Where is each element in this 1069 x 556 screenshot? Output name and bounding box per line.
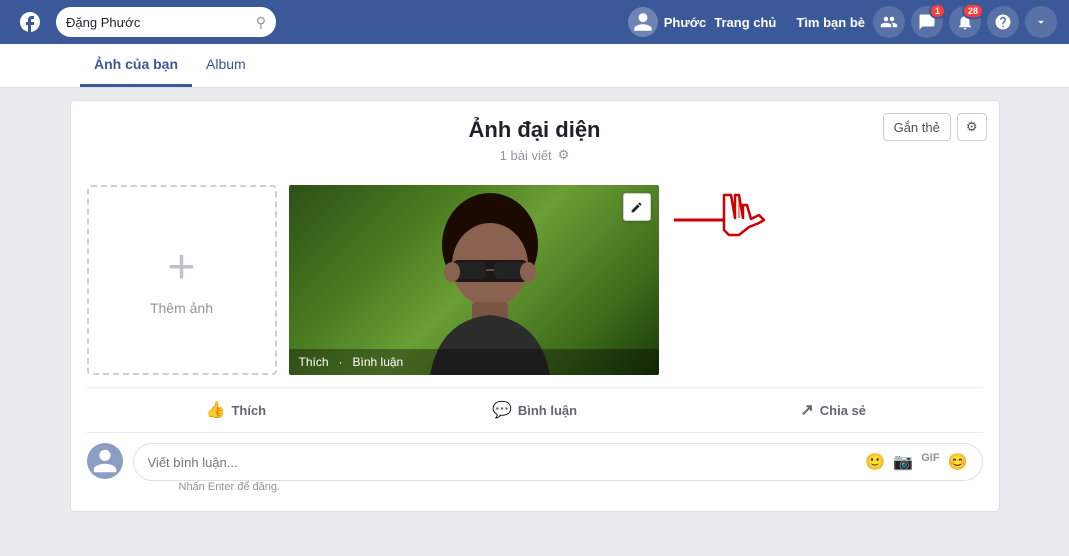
camera-icon[interactable]: 📷 [893, 452, 913, 472]
overlay-comment[interactable]: Bình luận [353, 355, 404, 369]
add-photo-box[interactable]: + Thêm ảnh [87, 185, 277, 375]
help-icon-btn[interactable] [987, 6, 1019, 38]
comment-icon: 💬 [492, 400, 512, 420]
settings-button[interactable]: ⚙ [957, 113, 987, 141]
facebook-logo[interactable] [12, 4, 48, 40]
share-button[interactable]: ↗ Chia sẻ [684, 392, 983, 428]
search-bar[interactable]: ⚲ [56, 7, 276, 37]
profile-photo-container: Thích · Bình luận [289, 185, 659, 375]
nav-avatar [628, 7, 658, 37]
action-bar: 👍 Thích 💬 Bình luận ↗ Chia sẻ [87, 387, 983, 433]
add-photo-label: Thêm ảnh [150, 300, 213, 316]
comment-input[interactable] [148, 455, 866, 470]
sticker-icon[interactable]: 😊 [948, 452, 968, 472]
hand-pointer-annotation [669, 185, 779, 255]
comment-input-wrap[interactable]: 🙂 📷 GIF 😊 [133, 443, 983, 481]
nav-home[interactable]: Trang chủ [714, 15, 776, 30]
tag-button[interactable]: Gắn thẻ [883, 113, 951, 141]
post-count: 1 bài viết [500, 148, 552, 163]
emoji-icon[interactable]: 🙂 [865, 452, 885, 472]
notification-badge: 1 [929, 3, 946, 19]
card-header: Ảnh đại diện 1 bài viết ⚙ Gắn thẻ ⚙ [71, 101, 999, 173]
comment-section: 🙂 📷 GIF 😊 Nhấn Enter để đăng. [71, 433, 999, 511]
comment-avatar [87, 443, 123, 479]
card-actions: Gắn thẻ ⚙ [883, 113, 987, 141]
like-button[interactable]: 👍 Thích [87, 392, 386, 428]
nav-links: Trang chủ Tìm bạn bè [714, 15, 865, 30]
dropdown-icon-btn[interactable] [1025, 6, 1057, 38]
comment-icons: 🙂 📷 GIF 😊 [865, 452, 967, 472]
comment-button[interactable]: 💬 Bình luận [385, 392, 684, 428]
overlay-separator: · [339, 355, 343, 369]
add-photo-plus-icon: + [167, 244, 195, 292]
share-icon: ↗ [800, 400, 813, 420]
main-content: Ảnh đại diện 1 bài viết ⚙ Gắn thẻ ⚙ + Th… [70, 88, 1000, 524]
overlay-like[interactable]: Thích [299, 355, 329, 369]
album-title: Ảnh đại diện [71, 117, 999, 143]
nav-user[interactable]: Phước [628, 7, 707, 37]
search-icon: ⚲ [256, 14, 266, 31]
nav-user-name: Phước [664, 15, 707, 30]
friends-icon-btn[interactable] [873, 6, 905, 38]
messages-badge: 28 [962, 3, 984, 19]
nav-icons: 1 28 [873, 6, 1057, 38]
share-label: Chia sẻ [820, 403, 866, 418]
edit-photo-button[interactable] [623, 193, 651, 221]
sub-nav-albums[interactable]: Album [192, 44, 260, 87]
photo-overlay: Thích · Bình luận [289, 349, 659, 375]
comment-label: Bình luận [518, 403, 577, 418]
messages-icon-btn[interactable]: 1 [911, 6, 943, 38]
comment-hint: Nhấn Enter để đăng. [133, 481, 983, 501]
gif-icon[interactable]: GIF [921, 452, 939, 472]
profile-photo[interactable]: Thích · Bình luận [289, 185, 659, 375]
card-meta: 1 bài viết ⚙ [71, 147, 999, 163]
like-label: Thích [231, 403, 266, 418]
photo-card: Ảnh đại diện 1 bài viết ⚙ Gắn thẻ ⚙ + Th… [70, 100, 1000, 512]
top-nav: ⚲ Phước Trang chủ Tìm bạn bè 1 28 [0, 0, 1069, 44]
like-icon: 👍 [206, 400, 226, 420]
notifications-icon-btn[interactable]: 28 [949, 6, 981, 38]
person-silhouette [410, 190, 570, 375]
photo-grid: + Thêm ảnh [71, 173, 999, 387]
search-input[interactable] [66, 15, 250, 30]
nav-find-friends[interactable]: Tìm bạn bè [796, 15, 865, 30]
sub-nav: Ảnh của bạn Album [0, 44, 1069, 88]
sub-nav-my-photos[interactable]: Ảnh của bạn [80, 44, 192, 87]
meta-settings-icon[interactable]: ⚙ [558, 147, 570, 163]
